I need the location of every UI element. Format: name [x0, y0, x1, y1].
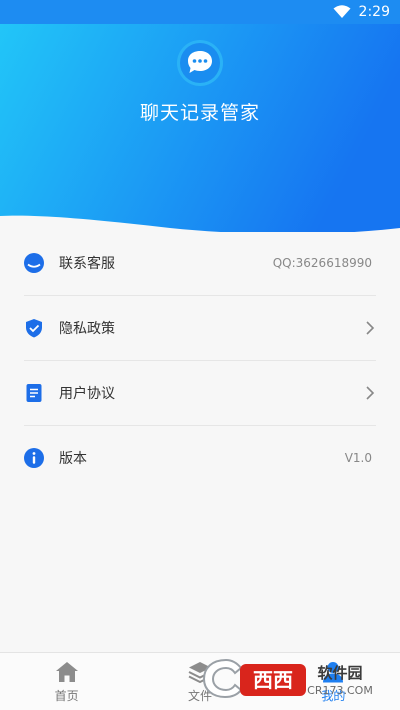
menu-item-version[interactable]: 版本 V1.0 [24, 425, 376, 490]
menu-item-label: 联系客服 [59, 255, 115, 272]
menu-item-customer-service[interactable]: 联系客服 QQ:3626618990 [24, 230, 376, 295]
svg-text:CR173.COM: CR173.COM [307, 684, 373, 697]
menu-item-user-agreement[interactable]: 用户协议 [24, 360, 376, 425]
settings-list: 联系客服 QQ:3626618990 隐私政策 用户协议 版本 V1.0 [0, 230, 400, 490]
version-value: V1.0 [344, 451, 372, 465]
shield-check-icon [26, 319, 42, 338]
cr173-watermark-logo: 西西 软件园 CR173.COM [202, 658, 373, 699]
menu-item-label: 用户协议 [59, 386, 115, 402]
menu-item-label: 版本 [59, 451, 87, 467]
svg-text:西西: 西西 [253, 668, 293, 692]
info-icon [24, 448, 44, 468]
app-title: 聊天记录管家 [139, 102, 260, 124]
chevron-right-icon [366, 386, 375, 400]
tab-home[interactable]: 首页 [0, 653, 133, 710]
menu-item-privacy-policy[interactable]: 隐私政策 [24, 295, 376, 360]
customer-service-icon [24, 252, 44, 273]
home-icon [55, 662, 78, 682]
menu-item-label: 隐私政策 [59, 321, 115, 337]
status-bar: 2:29 [0, 0, 400, 24]
chat-bubble-icon [177, 40, 223, 86]
svg-text:软件园: 软件园 [317, 664, 362, 682]
header-banner: 聊天记录管家 [0, 0, 400, 232]
customer-service-qq: QQ:3626618990 [272, 255, 372, 270]
status-time: 2:29 [358, 4, 390, 20]
document-icon [26, 384, 42, 402]
tab-label: 首页 [54, 689, 79, 703]
wifi-icon [333, 5, 351, 18]
chevron-right-icon [366, 321, 375, 335]
